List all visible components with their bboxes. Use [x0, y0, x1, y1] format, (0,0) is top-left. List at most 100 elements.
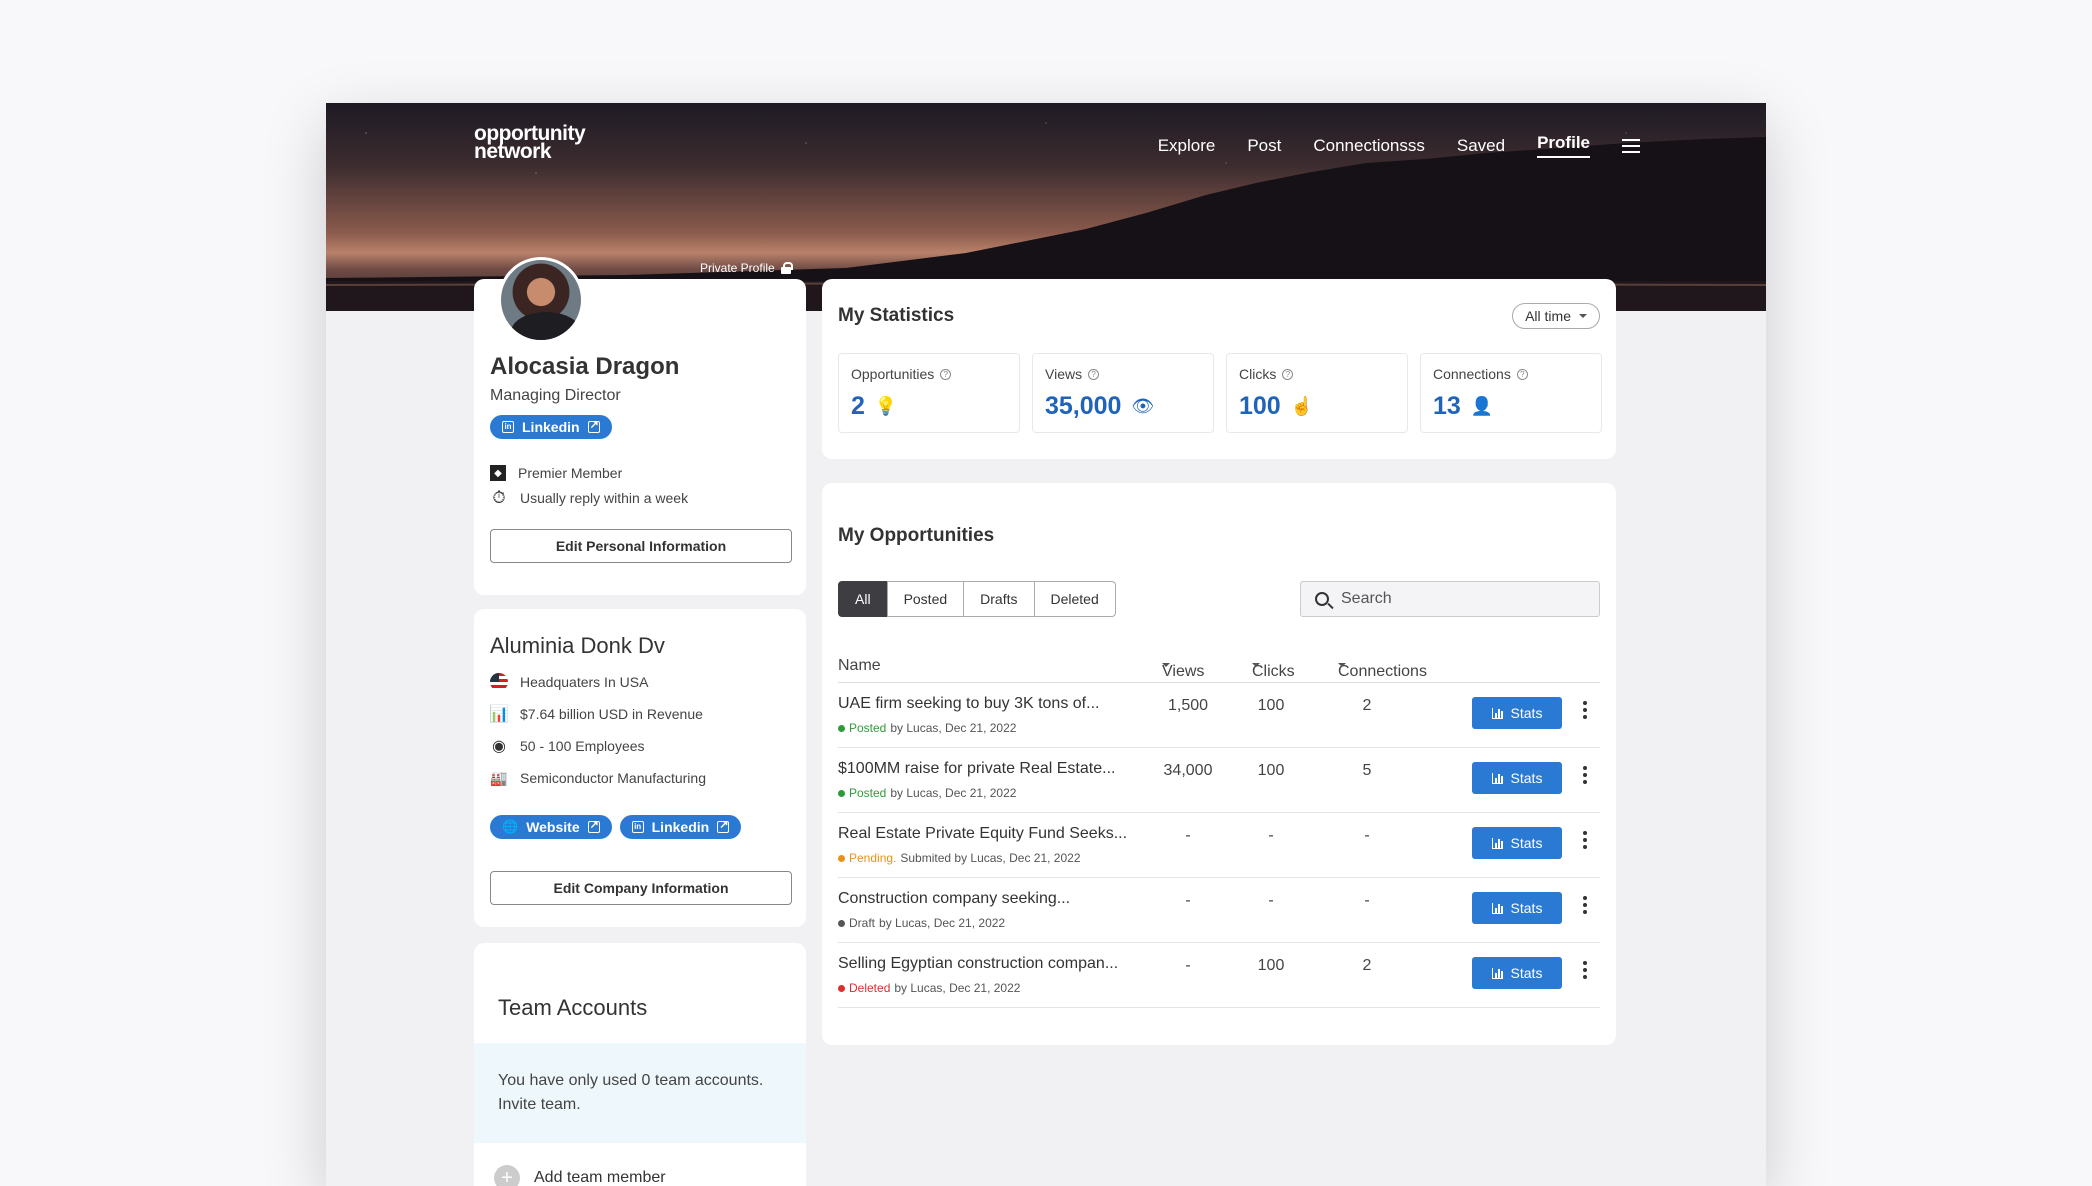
search-input[interactable] — [1341, 590, 1571, 608]
table-row[interactable]: Real Estate Private Equity Fund Seeks...… — [838, 813, 1600, 878]
statistics-card: My Statistics All time Opportunities? 2 💡… — [822, 279, 1616, 459]
filter-tabs: All Posted Drafts Deleted — [838, 581, 1116, 617]
profile-name: Alocasia Dragon — [490, 353, 680, 380]
connections-value: - — [1364, 892, 1370, 909]
stats-button[interactable]: Stats — [1472, 697, 1562, 729]
views-value: - — [1185, 892, 1191, 909]
edit-personal-info-button[interactable]: Edit Personal Information — [490, 529, 792, 563]
time-range-dropdown[interactable]: All time — [1512, 303, 1600, 329]
nav-saved[interactable]: Saved — [1457, 136, 1505, 156]
more-options-icon[interactable] — [1583, 896, 1587, 914]
clicks-value: - — [1268, 827, 1274, 844]
views-value: 1,500 — [1167, 697, 1209, 714]
profile-role: Managing Director — [490, 387, 621, 404]
tab-posted[interactable]: Posted — [886, 581, 965, 617]
linkedin-icon: in — [631, 821, 644, 833]
opportunity-byline: by Lucas, Dec 21, 2022 — [890, 786, 1017, 800]
table-header: Name Views Clicks Connections — [838, 651, 1600, 683]
help-icon[interactable]: ? — [1516, 368, 1528, 380]
stopwatch-icon: ⏱ — [492, 488, 506, 507]
bar-chart-icon — [1491, 967, 1503, 979]
tab-all[interactable]: All — [838, 581, 888, 617]
caret-down-icon — [1579, 314, 1587, 318]
opportunity-title[interactable]: $100MM raise for private Real Estate... — [838, 760, 1115, 778]
status-dot-icon — [838, 789, 845, 797]
table-row[interactable]: $100MM raise for private Real Estate... P… — [838, 748, 1600, 813]
logo[interactable]: opportunity network — [474, 123, 586, 162]
external-link-icon — [587, 818, 600, 833]
stats-button[interactable]: Stats — [1472, 957, 1562, 989]
company-website-button[interactable]: 🌐 Website — [490, 815, 612, 839]
profile-card: Alocasia Dragon Managing Director in Lin… — [474, 257, 806, 595]
help-icon[interactable]: ? — [1282, 368, 1294, 380]
external-link-icon — [717, 818, 730, 833]
team-title: Team Accounts — [498, 995, 648, 1020]
opportunity-title[interactable]: Selling Egyptian construction compan... — [838, 955, 1118, 973]
connections-value: 5 — [1362, 762, 1372, 779]
status-label: Pending. — [849, 851, 897, 865]
opportunity-byline: by Lucas, Dec 21, 2022 — [879, 916, 1006, 930]
table-row[interactable]: Selling Egyptian construction compan... D… — [838, 943, 1600, 1008]
tab-deleted[interactable]: Deleted — [1033, 581, 1116, 617]
help-icon[interactable]: ? — [940, 368, 952, 380]
lock-icon — [780, 262, 793, 274]
eye-icon: 👁 — [1131, 396, 1155, 416]
nav-explore[interactable]: Explore — [1158, 136, 1216, 156]
industry-row: 🏭 Semiconductor Manufacturing — [490, 769, 706, 787]
status-label: Draft — [849, 916, 876, 930]
clicks-value: 100 — [1257, 957, 1285, 974]
stat-views: Views? 35,000 👁 — [1032, 353, 1214, 433]
sort-icon — [1338, 663, 1346, 667]
clicks-value: 100 — [1257, 762, 1285, 779]
nav-post[interactable]: Post — [1247, 136, 1281, 156]
table-row[interactable]: UAE firm seeking to buy 3K tons of... Pos… — [838, 683, 1600, 748]
person-icon: 👤 — [1470, 396, 1494, 416]
nav-profile[interactable]: Profile — [1537, 133, 1590, 158]
table-row[interactable]: Construction company seeking... Draft by L… — [838, 878, 1600, 943]
avatar — [498, 257, 584, 343]
status-dot-icon — [838, 919, 845, 927]
private-profile-label: Private Profile — [700, 261, 793, 275]
stat-opportunities: Opportunities? 2 💡 — [838, 353, 1020, 433]
reply-row: ⏱ Usually reply within a week — [490, 488, 688, 507]
us-flag-icon — [490, 673, 508, 691]
stats-button[interactable]: Stats — [1472, 827, 1562, 859]
opportunity-title[interactable]: UAE firm seeking to buy 3K tons of... — [838, 695, 1099, 713]
opportunity-title[interactable]: Real Estate Private Equity Fund Seeks... — [838, 825, 1127, 843]
status-dot-icon — [838, 724, 845, 732]
opportunity-meta: Pending. Submited by Lucas, Dec 21, 2022 — [838, 851, 1081, 865]
stats-button[interactable]: Stats — [1472, 762, 1562, 794]
tab-drafts[interactable]: Drafts — [963, 581, 1035, 617]
stat-connections: Connections? 13 👤 — [1420, 353, 1602, 433]
company-linkedin-button[interactable]: in Linkedin — [619, 815, 742, 839]
edit-company-info-button[interactable]: Edit Company Information — [490, 871, 792, 905]
stats-button[interactable]: Stats — [1472, 892, 1562, 924]
status-label: Deleted — [849, 981, 891, 995]
revenue-row: 📊 $7.64 billion USD in Revenue — [489, 706, 703, 723]
menu-icon[interactable] — [1622, 138, 1640, 153]
connections-value: 2 — [1362, 957, 1372, 974]
more-options-icon[interactable] — [1583, 701, 1587, 719]
opportunities-title: My Opportunities — [838, 525, 995, 546]
col-name[interactable]: Name — [838, 657, 881, 675]
status-label: Posted — [849, 721, 887, 735]
linkedin-icon: in — [502, 421, 514, 433]
status-dot-icon — [838, 854, 845, 862]
opportunity-byline: by Lucas, Dec 21, 2022 — [894, 981, 1021, 995]
help-icon[interactable]: ? — [1088, 368, 1100, 380]
more-options-icon[interactable] — [1583, 831, 1587, 849]
opportunity-byline: by Lucas, Dec 21, 2022 — [890, 721, 1017, 735]
add-team-member-button[interactable]: + Add team member — [494, 1165, 666, 1186]
opportunity-title[interactable]: Construction company seeking... — [838, 890, 1070, 908]
views-value: - — [1185, 827, 1191, 844]
nav-connections[interactable]: Connectionsss — [1313, 136, 1425, 156]
more-options-icon[interactable] — [1583, 766, 1587, 784]
more-options-icon[interactable] — [1583, 961, 1587, 979]
connections-value: - — [1364, 827, 1370, 844]
status-dot-icon — [838, 984, 845, 992]
profile-linkedin-button[interactable]: in Linkedin — [490, 415, 612, 439]
click-icon: ☝ — [1290, 396, 1314, 416]
globe-icon: 🌐 — [502, 819, 519, 834]
bar-chart-icon: 📊 — [489, 706, 509, 723]
headquarters-row: Headquaters In USA — [490, 673, 648, 691]
